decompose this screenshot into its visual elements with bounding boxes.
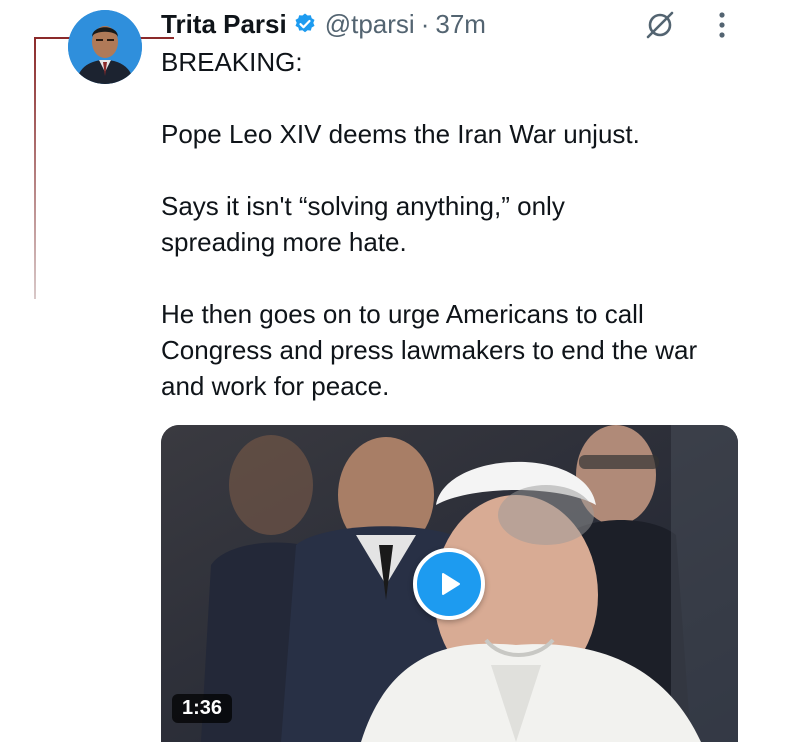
play-button[interactable] [413, 548, 485, 620]
tweet-text-line: Says it isn't “solving anything,” only s… [161, 191, 565, 257]
tweet-timestamp[interactable]: 37m [435, 9, 486, 40]
tweet-text-line: BREAKING: [161, 47, 303, 77]
author-display-name[interactable]: Trita Parsi [161, 9, 287, 40]
verified-badge-icon [295, 13, 315, 33]
tweet-text-line: Pope Leo XIV deems the Iran War unjust. [161, 119, 640, 149]
author-handle[interactable]: @tparsi [325, 9, 415, 40]
tweet-text-line: He then goes on to urge Americans to cal… [161, 299, 698, 401]
tweet-body: BREAKING: Pope Leo XIV deems the Iran Wa… [161, 44, 761, 404]
tweet-header: Trita Parsi @tparsi · 37m [161, 6, 486, 42]
tweet-page: Trita Parsi @tparsi · 37m BREAKING: Pope… [0, 0, 800, 742]
header-separator: · [420, 8, 430, 39]
more-options-icon[interactable] [708, 8, 736, 42]
thread-connector-line-vertical [34, 37, 36, 299]
play-icon [442, 573, 460, 595]
grok-icon[interactable] [644, 8, 676, 40]
avatar[interactable] [68, 10, 142, 84]
video-duration-badge: 1:36 [172, 694, 233, 723]
profile-avatar-icon [68, 10, 142, 84]
